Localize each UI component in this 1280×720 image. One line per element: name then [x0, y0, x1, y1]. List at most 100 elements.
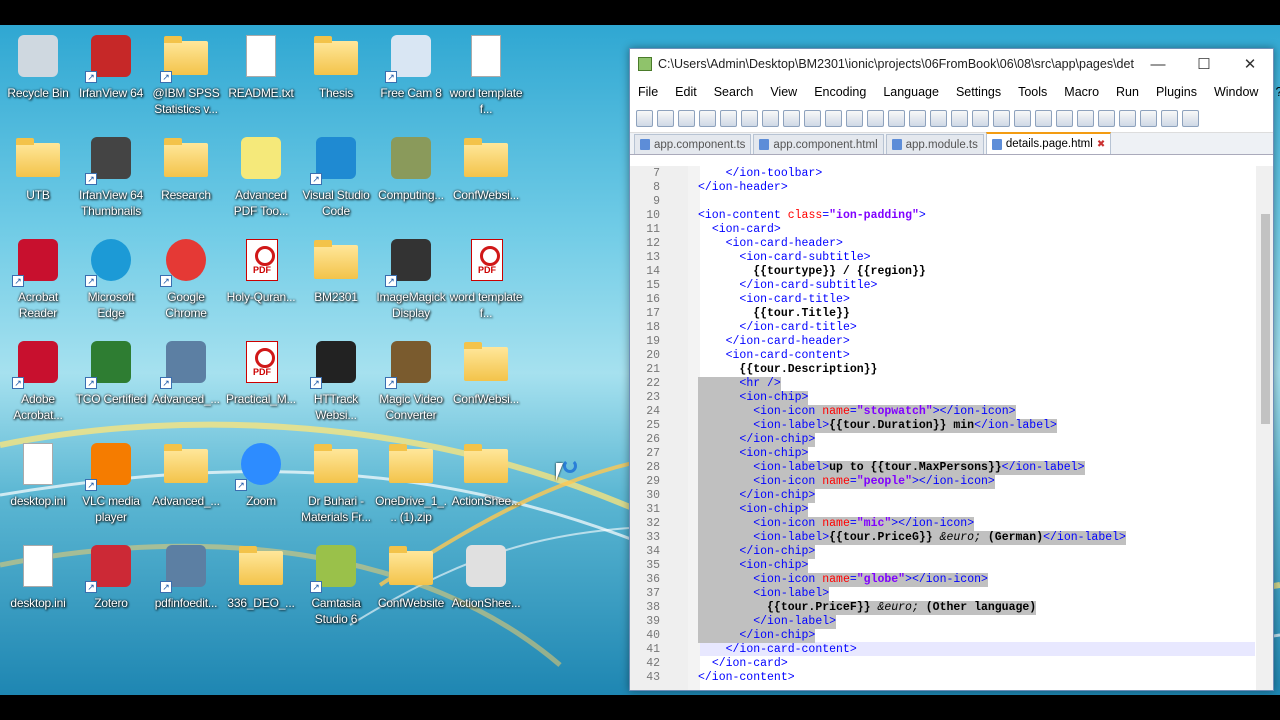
menu-search[interactable]: Search — [714, 85, 754, 99]
code-line[interactable]: <ion-label>{{tour.PriceG}} &euro; (Germa… — [698, 531, 1126, 545]
code-line[interactable]: {{tour.Description}} — [698, 363, 877, 377]
menu-settings[interactable]: Settings — [956, 85, 1001, 99]
desktop-icon[interactable]: ↗ Magic Video Converter — [373, 333, 449, 433]
udl-icon[interactable] — [1077, 110, 1094, 127]
desktop-icon[interactable]: ↗ Microsoft Edge — [73, 231, 149, 331]
code-line[interactable]: <ion-card-header> — [698, 237, 843, 251]
cut-icon[interactable] — [783, 110, 800, 127]
desktop-icon[interactable]: desktop.ini — [0, 537, 76, 637]
desktop-icon[interactable]: ↗ Zotero — [73, 537, 149, 637]
code-line[interactable]: </ion-chip> — [698, 545, 816, 559]
desktop-icon[interactable]: Recycle Bin — [0, 27, 76, 127]
code-line[interactable]: <ion-icon name="people"></ion-icon> — [698, 475, 995, 489]
zoom-out-icon[interactable] — [951, 110, 968, 127]
tab-details-page-html[interactable]: details.page.html ✖ — [985, 132, 1112, 154]
copy-icon[interactable] — [804, 110, 821, 127]
desktop-icon[interactable]: ↗ Visual Studio Code — [298, 129, 374, 229]
code-line[interactable]: <ion-card> — [698, 223, 781, 237]
code-line[interactable]: </ion-label> — [698, 615, 837, 629]
function-list-icon[interactable] — [1119, 110, 1136, 127]
code-line[interactable]: </ion-card> — [698, 657, 788, 671]
maximize-button[interactable]: ☐ — [1181, 55, 1227, 73]
desktop-icon[interactable]: ↗ Google Chrome — [148, 231, 224, 331]
tab-app-component-html[interactable]: app.component.html — [753, 134, 884, 154]
indent-guide-icon[interactable] — [1056, 110, 1073, 127]
minimize-button[interactable]: — — [1135, 56, 1181, 73]
desktop-icon[interactable]: ActionShee... — [448, 537, 524, 637]
desktop-icon[interactable]: ↗ Free Cam 8 — [373, 27, 449, 127]
code-line[interactable]: </ion-chip> — [698, 433, 816, 447]
tab-app-component-ts[interactable]: app.component.ts — [634, 134, 752, 154]
desktop-icon[interactable]: ConfWebsite — [373, 537, 449, 637]
code-line[interactable]: <ion-label>{{tour.Duration}} min</ion-la… — [698, 419, 1057, 433]
menu-language[interactable]: Language — [883, 85, 939, 99]
desktop-icon[interactable]: Advanced PDF Too... — [223, 129, 299, 229]
close-button[interactable]: ✕ — [1227, 55, 1273, 73]
desktop-icon[interactable]: UTB — [0, 129, 76, 229]
close-icon[interactable] — [720, 110, 737, 127]
desktop-icon[interactable]: ↗ IrfanView 64 Thumbnails — [73, 129, 149, 229]
code-line[interactable]: <hr /> — [698, 377, 781, 391]
code-line[interactable]: <ion-label> — [698, 587, 830, 601]
desktop-icon[interactable]: Advanced_... — [148, 435, 224, 535]
desktop-icon[interactable]: ↗ Zoom — [223, 435, 299, 535]
menu-window[interactable]: Window — [1214, 85, 1258, 99]
desktop-icon[interactable]: Thesis — [298, 27, 374, 127]
menu-file[interactable]: File — [638, 85, 658, 99]
code-line[interactable]: <ion-icon name="mic"></ion-icon> — [698, 517, 975, 531]
menu-macro[interactable]: Macro — [1064, 85, 1099, 99]
menu-edit[interactable]: Edit — [675, 85, 697, 99]
code-line[interactable]: </ion-toolbar> — [698, 167, 823, 181]
desktop-icon[interactable]: word template f... — [448, 27, 524, 127]
desktop-icon[interactable]: Computing... — [373, 129, 449, 229]
paste-icon[interactable] — [825, 110, 842, 127]
desktop-icon[interactable]: 336_DEO_... — [223, 537, 299, 637]
desktop-icon[interactable]: Dr Buhari - Materials Fr... — [298, 435, 374, 535]
menu-run[interactable]: Run — [1116, 85, 1139, 99]
code-line[interactable]: <ion-chip> — [698, 559, 809, 573]
new-file-icon[interactable] — [636, 110, 653, 127]
print-icon[interactable] — [762, 110, 779, 127]
desktop-icon[interactable]: ↗ Adobe Acrobat... — [0, 333, 76, 433]
desktop-icon[interactable]: ↗ IrfanView 64 — [73, 27, 149, 127]
menu-help[interactable]: ? — [1275, 85, 1280, 99]
code-line[interactable]: </ion-chip> — [698, 629, 816, 643]
word-wrap-icon[interactable] — [1014, 110, 1031, 127]
desktop-icon[interactable]: ↗ Camtasia Studio 6 — [298, 537, 374, 637]
code-line[interactable]: <ion-chip> — [698, 391, 809, 405]
find-icon[interactable] — [888, 110, 905, 127]
tab-close-icon[interactable]: ✖ — [1097, 139, 1105, 150]
code-line[interactable]: </ion-header> — [698, 181, 788, 195]
show-all-chars-icon[interactable] — [1035, 110, 1052, 127]
desktop-icon[interactable]: PDF Holy-Quran... — [223, 231, 299, 331]
desktop-icon[interactable]: ActionShee... — [448, 435, 524, 535]
code-line[interactable]: </ion-card-title> — [698, 321, 856, 335]
sync-vertical-icon[interactable] — [972, 110, 989, 127]
code-line[interactable]: </ion-card-content> — [698, 643, 857, 657]
code-line[interactable]: </ion-card-header> — [698, 335, 850, 349]
vertical-scrollbar[interactable] — [1256, 166, 1273, 690]
menu-tools[interactable]: Tools — [1018, 85, 1047, 99]
tab-app-module-ts[interactable]: app.module.ts — [885, 134, 984, 154]
desktop-icon[interactable]: ↗ pdfinfoedit... — [148, 537, 224, 637]
desktop-icon[interactable]: PDF Practical_M... — [223, 333, 299, 433]
desktop-icon[interactable]: Research — [148, 129, 224, 229]
save-all-icon[interactable] — [699, 110, 716, 127]
code-line[interactable]: {{tour.Title}} — [698, 307, 850, 321]
sync-horizontal-icon[interactable] — [993, 110, 1010, 127]
scrollbar-thumb[interactable] — [1261, 214, 1270, 424]
code-line[interactable]: </ion-content> — [698, 671, 795, 685]
desktop-icon[interactable]: ↗ HTTrack Websi... — [298, 333, 374, 433]
code-line[interactable]: <ion-card-subtitle> — [698, 251, 870, 265]
open-file-icon[interactable] — [657, 110, 674, 127]
code-line[interactable]: <ion-icon name="stopwatch"></ion-icon> — [698, 405, 1016, 419]
replace-icon[interactable] — [909, 110, 926, 127]
close-all-icon[interactable] — [741, 110, 758, 127]
desktop-icon[interactable]: ↗ Advanced_... — [148, 333, 224, 433]
desktop-icon[interactable]: ↗ TCO Certified — [73, 333, 149, 433]
code-line[interactable]: <ion-card-content> — [698, 349, 850, 363]
desktop-icon[interactable]: OneDrive_1_... (1).zip — [373, 435, 449, 535]
redo-icon[interactable] — [867, 110, 884, 127]
code-line[interactable]: <ion-card-title> — [698, 293, 849, 307]
notepad-plus-plus-window[interactable]: C:\Users\Admin\Desktop\BM2301\ionic\proj… — [629, 48, 1280, 691]
